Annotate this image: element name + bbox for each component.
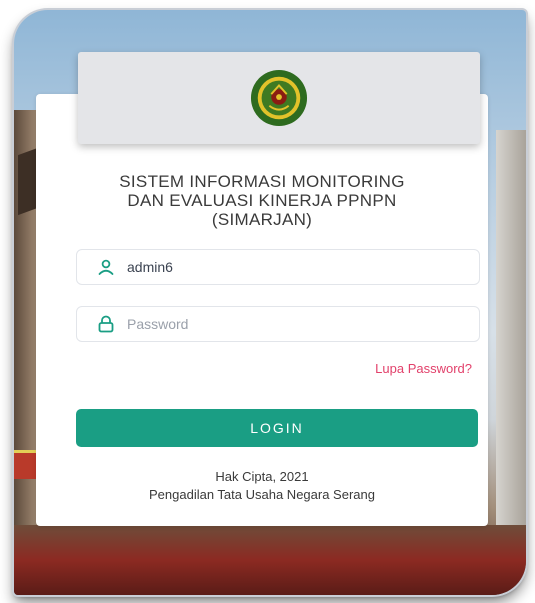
username-field[interactable] [76,249,480,285]
background-ground [14,525,526,595]
forgot-password-link[interactable]: Lupa Password? [322,361,472,376]
user-icon [97,258,115,276]
organization-text: Pengadilan Tata Usaha Negara Serang [149,487,375,502]
title-line-2: DAN EVALUASI KINERJA PPNPN [127,191,397,210]
password-field[interactable] [76,306,480,342]
copyright-text: Hak Cipta, 2021 [215,469,309,484]
court-emblem-icon [250,69,308,127]
footer: Hak Cipta, 2021 Pengadilan Tata Usaha Ne… [36,468,488,504]
login-button[interactable]: LOGIN [76,409,478,447]
page-title: SISTEM INFORMASI MONITORING DAN EVALUASI… [36,172,488,229]
logo-header [78,52,480,144]
username-input[interactable] [127,259,447,275]
title-line-3: (SIMARJAN) [211,210,313,229]
lock-icon [97,315,115,333]
title-line-1: SISTEM INFORMASI MONITORING [119,172,405,191]
password-input[interactable] [127,316,447,332]
background-building-right [496,130,526,530]
